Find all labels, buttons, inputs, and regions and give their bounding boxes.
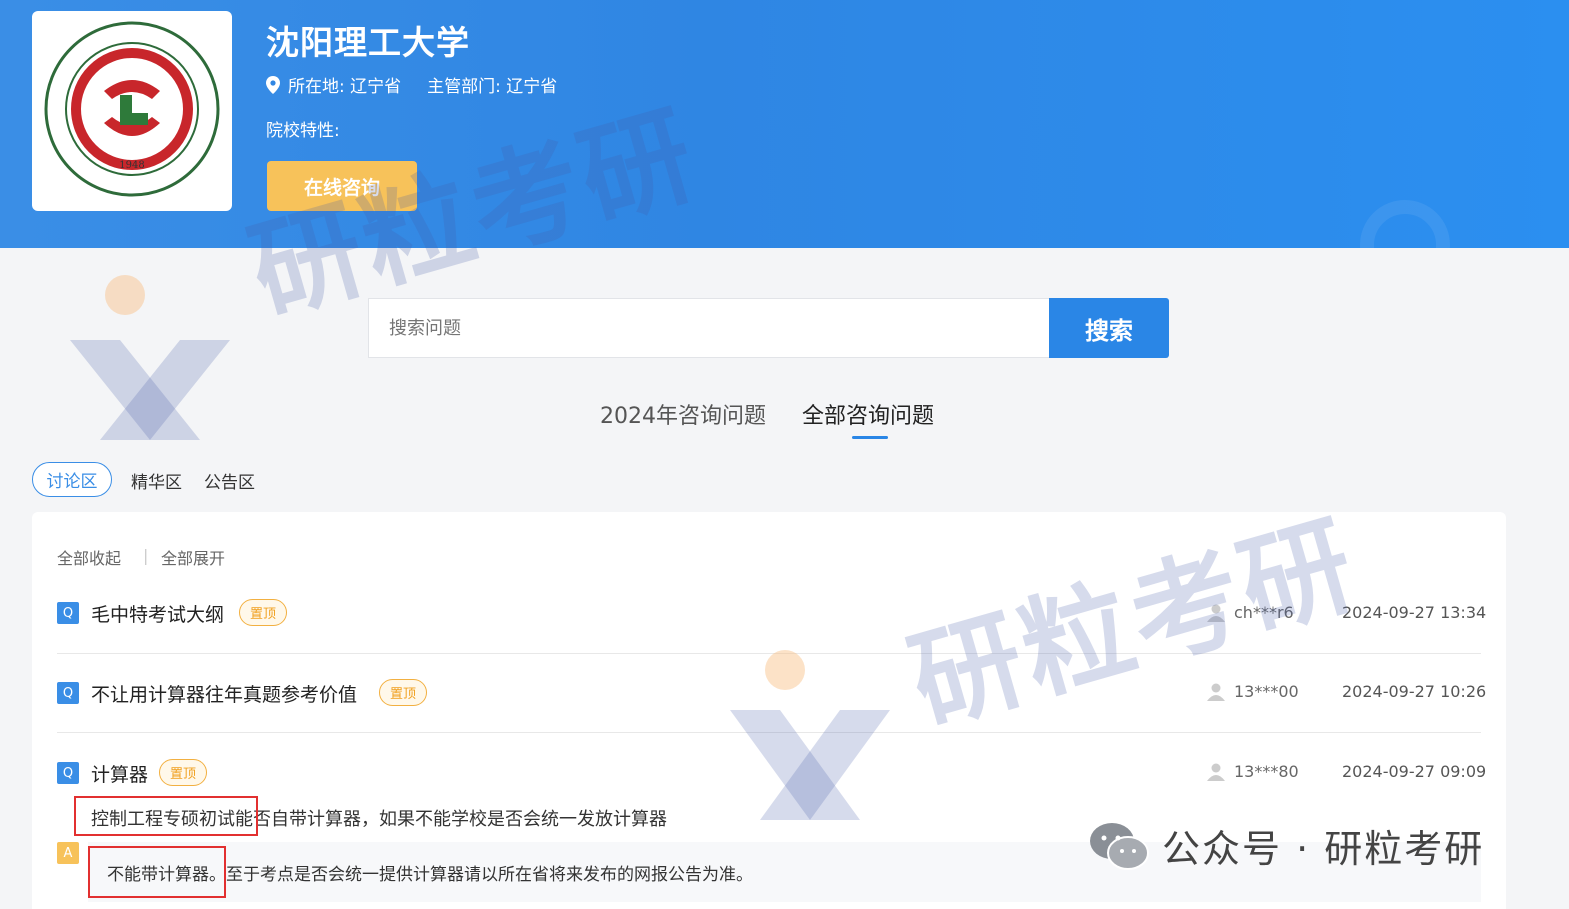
user-icon [1207, 683, 1225, 701]
question-user: 13***80 [1206, 762, 1299, 781]
features-label: 院校特性: [266, 121, 340, 141]
wechat-icon [1090, 822, 1149, 870]
university-logo: 1948 [32, 11, 232, 211]
user-name: 13***00 [1234, 682, 1299, 701]
watermark-logo [70, 270, 230, 454]
active-tab-indicator [852, 436, 888, 439]
university-seal-icon: 1948 [44, 21, 220, 197]
location-text: 所在地: 辽宁省 [288, 77, 402, 97]
user-icon [1207, 763, 1225, 781]
answer-badge: A [57, 842, 79, 864]
question-badge: Q [57, 762, 79, 784]
expand-all-link[interactable]: 全部展开 [161, 545, 225, 569]
department-text: 主管部门: 辽宁省 [427, 77, 558, 97]
question-user: 13***00 [1206, 682, 1299, 701]
question-date: 2024-09-27 10:26 [1342, 682, 1487, 701]
collapse-all-link[interactable]: 全部收起 [57, 545, 121, 569]
question-badge: Q [57, 682, 79, 704]
question-date: 2024-09-27 09:09 [1342, 762, 1487, 781]
banner-decoration [1360, 200, 1450, 248]
question-badge: Q [57, 602, 79, 624]
tab-all-questions[interactable]: 全部咨询问题 [802, 398, 934, 430]
logo-year: 1948 [119, 160, 144, 171]
pinned-tag: 置顶 [159, 759, 207, 786]
university-name: 沈阳理工大学 [266, 23, 470, 62]
official-account-text: 公众号 · 研粒考研 [1162, 827, 1485, 871]
subtab-featured[interactable]: 精华区 [131, 468, 182, 493]
official-account-watermark: 公众号 · 研粒考研 [1088, 818, 1484, 873]
highlight-box [88, 846, 226, 898]
control-separator: | [143, 546, 149, 565]
subtab-announcements[interactable]: 公告区 [204, 468, 255, 493]
pinned-tag: 置顶 [379, 679, 427, 706]
question-title[interactable]: 不让用计算器往年真题参考价值 [91, 680, 357, 707]
row-divider [57, 732, 1481, 733]
search-button[interactable]: 搜索 [1049, 298, 1169, 358]
question-title[interactable]: 计算器 [91, 760, 148, 787]
subtab-discussion[interactable]: 讨论区 [32, 462, 112, 497]
university-meta: 所在地: 辽宁省 主管部门: 辽宁省 [266, 72, 557, 97]
tab-2024-questions[interactable]: 2024年咨询问题 [600, 398, 766, 430]
location-pin-icon [266, 75, 280, 94]
search-input[interactable] [368, 298, 1050, 358]
user-name: 13***80 [1234, 762, 1299, 781]
pinned-tag: 置顶 [239, 599, 287, 626]
question-title[interactable]: 毛中特考试大纲 [91, 600, 224, 627]
highlight-box [74, 796, 258, 836]
watermark-x-icon [70, 275, 230, 440]
